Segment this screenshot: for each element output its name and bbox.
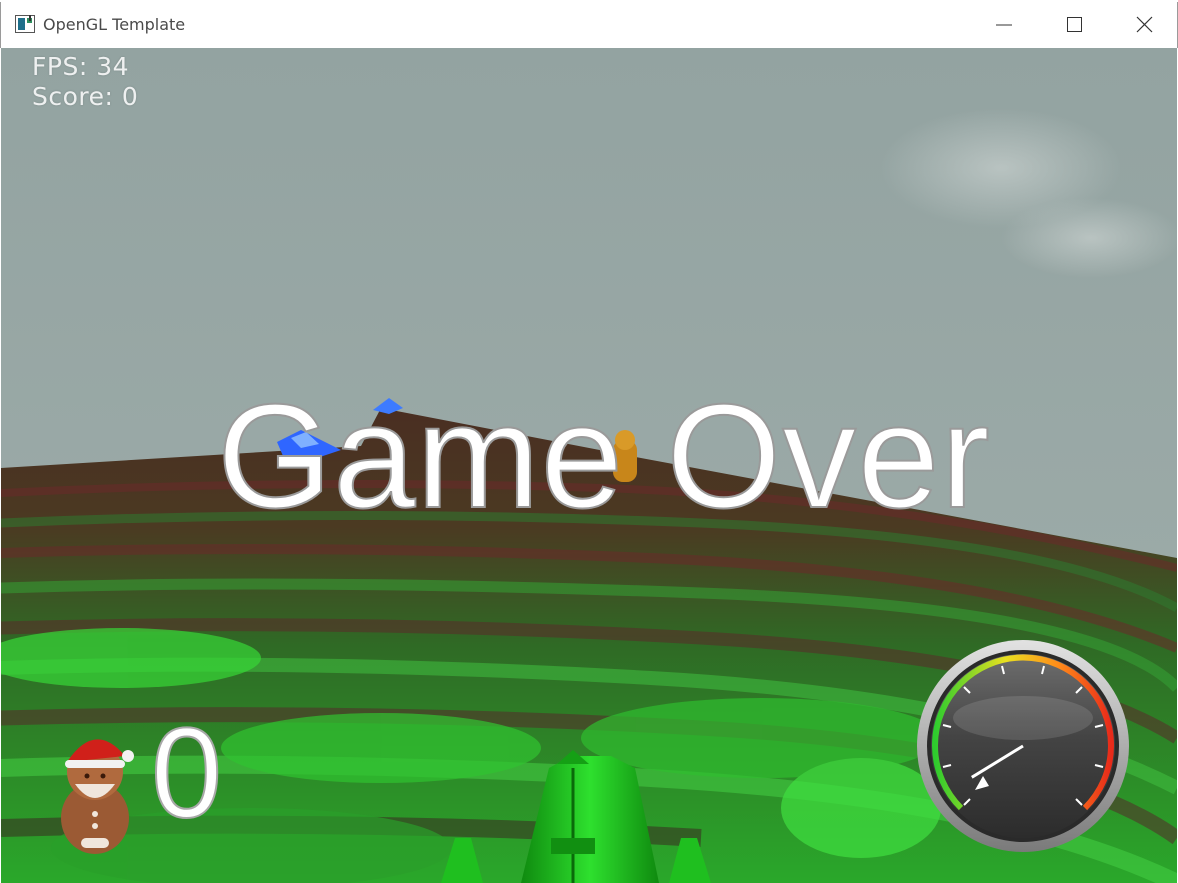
maximize-button[interactable] xyxy=(1039,2,1109,48)
window-title: OpenGL Template xyxy=(43,15,186,34)
maximize-icon xyxy=(1067,17,1082,32)
minimize-icon xyxy=(996,24,1012,26)
score-display: Score: 0 xyxy=(32,82,139,111)
cloud xyxy=(1001,198,1177,278)
fps-counter: FPS: 34 xyxy=(32,52,130,81)
speedometer-gauge xyxy=(917,640,1129,852)
collectible-count: 0 xyxy=(150,702,223,845)
close-button[interactable] xyxy=(1109,2,1178,48)
close-icon xyxy=(1136,16,1153,33)
game-viewport[interactable]: FPS: 34 Score: 0 Game Over 0 xyxy=(1,48,1177,883)
minimize-button[interactable] xyxy=(969,2,1039,48)
game-over-banner: Game Over xyxy=(216,374,991,539)
window-titlebar[interactable]: OpenGL Template xyxy=(0,2,1178,48)
opengl-app-icon xyxy=(15,15,35,33)
